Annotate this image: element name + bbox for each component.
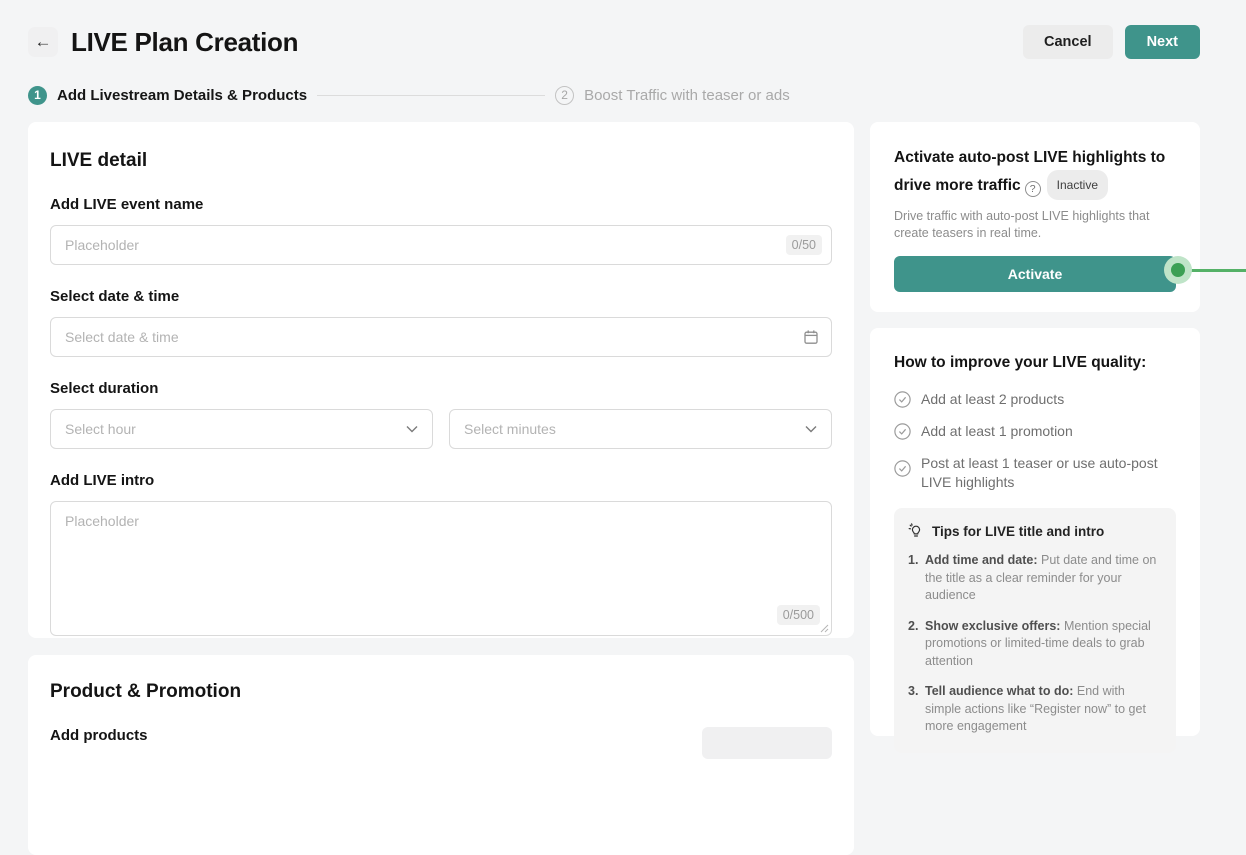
- step-1-badge: 1: [28, 86, 47, 105]
- intro-textarea[interactable]: [50, 501, 832, 636]
- tip-lead: Tell audience what to do:: [925, 684, 1073, 698]
- event-name-input[interactable]: [50, 225, 832, 265]
- tip-lead: Show exclusive offers:: [925, 619, 1060, 633]
- back-button[interactable]: ←: [28, 27, 58, 57]
- highlights-description: Drive traffic with auto-post LIVE highli…: [894, 208, 1176, 242]
- help-icon[interactable]: ?: [1025, 181, 1041, 197]
- checklist-item-text: Add at least 1 promotion: [921, 422, 1073, 441]
- cancel-button[interactable]: Cancel: [1023, 25, 1113, 59]
- status-badge: Inactive: [1047, 170, 1108, 200]
- tip-item-2: 2. Show exclusive offers: Mention specia…: [908, 618, 1162, 671]
- resize-handle-icon[interactable]: [820, 624, 829, 633]
- coach-mark-dot-core: [1171, 263, 1185, 277]
- tip-text: Add time and date: Put date and time on …: [925, 552, 1162, 605]
- tip-text: Tell audience what to do: End with simpl…: [925, 683, 1162, 736]
- tips-header: Tips for LIVE title and intro: [908, 523, 1162, 539]
- tip-number: 3.: [908, 683, 925, 736]
- step-2-badge: 2: [555, 86, 574, 105]
- step-1-label: Add Livestream Details & Products: [57, 87, 307, 104]
- intro-field-wrap: 0/500: [50, 501, 832, 636]
- intro-label: Add LIVE intro: [50, 472, 832, 489]
- coach-mark-dot: [1164, 256, 1192, 284]
- live-quality-card: How to improve your LIVE quality: Add at…: [870, 328, 1200, 736]
- event-name-counter: 0/50: [786, 235, 822, 255]
- tip-number: 1.: [908, 552, 925, 605]
- checklist-item-teaser: Post at least 1 teaser or use auto-post …: [894, 454, 1176, 492]
- checklist-item-text: Add at least 2 products: [921, 390, 1064, 409]
- tip-text: Show exclusive offers: Mention special p…: [925, 618, 1162, 671]
- checklist-item-products: Add at least 2 products: [894, 390, 1176, 409]
- datetime-input[interactable]: [50, 317, 832, 357]
- live-detail-heading: LIVE detail: [50, 150, 832, 172]
- minutes-select-placeholder: Select minutes: [464, 421, 556, 437]
- stepper-connector-line: [317, 95, 545, 96]
- duration-row: Select hour Select minutes: [50, 409, 832, 449]
- step-2-boost-traffic[interactable]: 2 Boost Traffic with teaser or ads: [555, 86, 790, 105]
- header: ← LIVE Plan Creation Cancel Next: [28, 24, 1200, 60]
- calendar-icon[interactable]: [803, 329, 819, 345]
- live-detail-card: LIVE detail Add LIVE event name 0/50 Sel…: [28, 122, 854, 638]
- circle-check-icon: [894, 423, 911, 440]
- next-button[interactable]: Next: [1125, 25, 1200, 59]
- event-name-label: Add LIVE event name: [50, 196, 832, 213]
- checklist-item-promotion: Add at least 1 promotion: [894, 422, 1176, 441]
- tips-box: Tips for LIVE title and intro 1. Add tim…: [894, 508, 1176, 753]
- event-name-field-wrap: 0/50: [50, 225, 832, 265]
- checklist-item-text: Post at least 1 teaser or use auto-post …: [921, 454, 1176, 492]
- circle-check-icon: [894, 391, 911, 408]
- arrow-left-icon: ←: [35, 32, 52, 52]
- step-1-details-products[interactable]: 1 Add Livestream Details & Products: [28, 86, 307, 105]
- product-promotion-heading: Product & Promotion: [50, 681, 832, 703]
- datetime-label: Select date & time: [50, 288, 832, 305]
- intro-counter: 0/500: [777, 605, 820, 625]
- tips-title: Tips for LIVE title and intro: [932, 524, 1104, 539]
- hour-select-placeholder: Select hour: [65, 421, 136, 437]
- stepper: 1 Add Livestream Details & Products 2 Bo…: [28, 85, 790, 105]
- lightbulb-icon: [908, 523, 924, 539]
- quality-checklist: Add at least 2 products Add at least 1 p…: [894, 390, 1176, 492]
- tip-lead: Add time and date:: [925, 553, 1038, 567]
- datetime-field-wrap: [50, 317, 832, 357]
- minutes-select[interactable]: Select minutes: [449, 409, 832, 449]
- product-promotion-partial-row: Add products: [50, 727, 832, 759]
- tip-item-3: 3. Tell audience what to do: End with si…: [908, 683, 1162, 736]
- hour-select[interactable]: Select hour: [50, 409, 433, 449]
- tip-item-1: 1. Add time and date: Put date and time …: [908, 552, 1162, 605]
- highlights-title: Activate auto-post LIVE highlights to dr…: [894, 146, 1176, 200]
- step-2-label: Boost Traffic with teaser or ads: [584, 87, 790, 104]
- circle-check-icon: [894, 460, 911, 477]
- activate-button[interactable]: Activate: [894, 256, 1176, 292]
- header-actions: Cancel Next: [1023, 25, 1200, 59]
- partial-action-button[interactable]: [702, 727, 832, 759]
- chevron-down-icon: [406, 425, 418, 433]
- tip-number: 2.: [908, 618, 925, 671]
- duration-label: Select duration: [50, 380, 832, 397]
- page-title: LIVE Plan Creation: [71, 27, 298, 58]
- product-promotion-card: Product & Promotion Add products: [28, 655, 854, 855]
- chevron-down-icon: [805, 425, 817, 433]
- auto-post-highlights-card: Activate auto-post LIVE highlights to dr…: [870, 122, 1200, 312]
- quality-heading: How to improve your LIVE quality:: [894, 354, 1176, 372]
